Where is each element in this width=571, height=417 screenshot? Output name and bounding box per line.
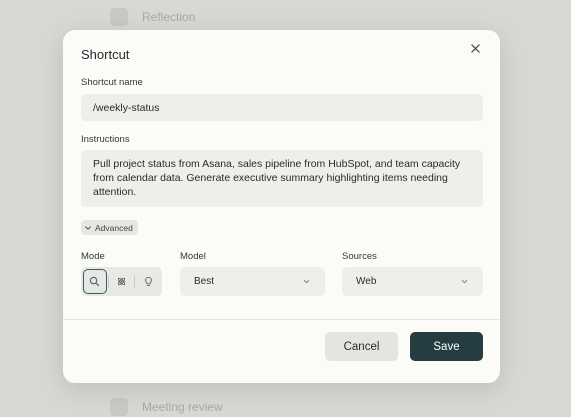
chevron-down-icon bbox=[461, 279, 468, 284]
instructions-textarea[interactable]: Pull project status from Asana, sales pi… bbox=[81, 150, 483, 207]
close-icon bbox=[470, 43, 480, 53]
mode-search-option[interactable] bbox=[83, 269, 107, 294]
sources-select[interactable]: Web bbox=[342, 267, 483, 296]
mode-divider bbox=[107, 275, 109, 288]
search-icon bbox=[90, 276, 100, 287]
save-button[interactable]: Save bbox=[410, 332, 483, 361]
footer-divider bbox=[63, 319, 500, 320]
instructions-label: Instructions bbox=[81, 134, 130, 145]
chevron-down-icon bbox=[85, 225, 91, 230]
cancel-button[interactable]: Cancel bbox=[325, 332, 398, 361]
mode-research-option[interactable] bbox=[110, 269, 134, 294]
mode-label: Mode bbox=[81, 251, 105, 262]
mode-idea-option[interactable] bbox=[136, 269, 160, 294]
background-list-item: Reflection bbox=[110, 6, 195, 28]
mode-divider bbox=[134, 275, 136, 288]
model-select[interactable]: Best bbox=[180, 267, 325, 296]
mode-selector bbox=[81, 267, 162, 296]
shortcut-name-label: Shortcut name bbox=[81, 77, 143, 88]
advanced-label: Advanced bbox=[95, 222, 133, 233]
atom-icon bbox=[117, 277, 126, 286]
item-icon bbox=[110, 8, 128, 26]
shortcut-name-input[interactable]: /weekly-status bbox=[81, 94, 483, 121]
close-button[interactable] bbox=[468, 41, 482, 55]
advanced-toggle[interactable]: Advanced bbox=[81, 220, 138, 235]
sources-value: Web bbox=[356, 276, 377, 287]
model-label: Model bbox=[180, 251, 206, 262]
sources-label: Sources bbox=[342, 251, 377, 262]
model-value: Best bbox=[194, 276, 215, 287]
shortcut-dialog: Shortcut Shortcut name /weekly-status In… bbox=[63, 30, 500, 383]
dialog-title: Shortcut bbox=[81, 47, 130, 62]
background-item-label: Meeting review bbox=[142, 400, 223, 414]
chevron-down-icon bbox=[303, 279, 310, 284]
item-icon bbox=[110, 398, 128, 416]
background-item-label: Reflection bbox=[142, 10, 196, 24]
background-list-item: Meeting review bbox=[110, 396, 223, 417]
lightbulb-icon bbox=[144, 276, 152, 286]
